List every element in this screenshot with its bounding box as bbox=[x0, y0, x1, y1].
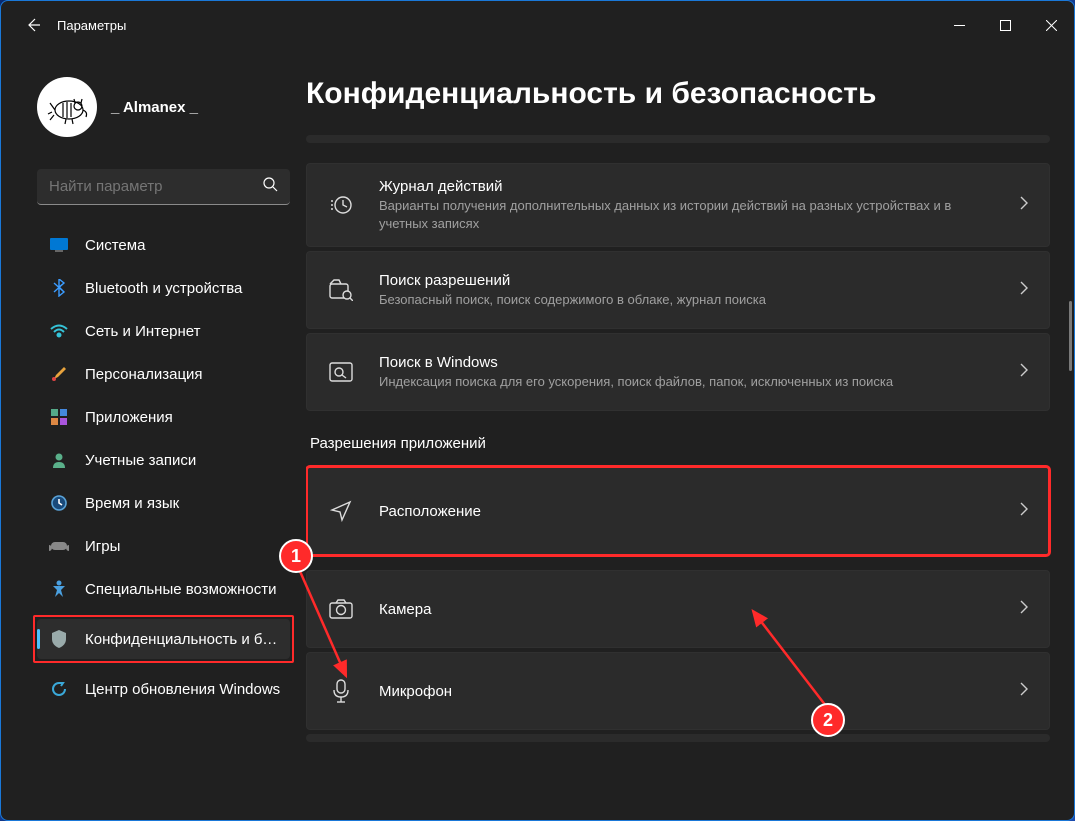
minimize-icon bbox=[954, 20, 965, 31]
close-button[interactable] bbox=[1028, 9, 1074, 41]
window-controls bbox=[936, 9, 1074, 41]
nav-list: Система Bluetooth и устройства Сеть и Ин… bbox=[13, 225, 294, 609]
nav-item-accessibility[interactable]: Специальные возможности bbox=[37, 569, 294, 609]
nav-label: Персонализация bbox=[85, 366, 282, 383]
nav-item-network[interactable]: Сеть и Интернет bbox=[37, 311, 294, 351]
annotation-highlight-nav: Конфиденциальность и безопас bbox=[33, 615, 294, 663]
nav-label: Учетные записи bbox=[85, 452, 282, 469]
nav-label: Система bbox=[85, 237, 282, 254]
card-title: Журнал действий bbox=[379, 178, 995, 195]
person-icon bbox=[49, 450, 69, 470]
minimize-button[interactable] bbox=[936, 9, 982, 41]
nav-item-system[interactable]: Система bbox=[37, 225, 294, 265]
card-location[interactable]: Расположение bbox=[306, 466, 1050, 556]
annotation-badge-2: 2 bbox=[811, 703, 845, 737]
card-search-windows[interactable]: Поиск в Windows Индексация поиска для ег… bbox=[306, 333, 1050, 411]
username-label: _ Almanex _ bbox=[111, 99, 198, 116]
folder-search-icon bbox=[327, 266, 355, 314]
nav-item-gaming[interactable]: Игры bbox=[37, 526, 294, 566]
nav-label: Игры bbox=[85, 538, 282, 555]
maximize-icon bbox=[1000, 20, 1011, 31]
chevron-right-icon bbox=[1019, 599, 1029, 620]
camera-icon bbox=[327, 585, 355, 633]
card-title: Поиск разрешений bbox=[379, 272, 995, 289]
collapsed-panel-edge bbox=[306, 135, 1050, 143]
nav-item-accounts[interactable]: Учетные записи bbox=[37, 440, 294, 480]
card-title: Камера bbox=[379, 601, 995, 618]
settings-window: Параметры bbox=[0, 0, 1075, 821]
cutoff-panel-edge bbox=[306, 734, 1050, 742]
main-content: Конфиденциальность и безопасность Журнал… bbox=[306, 49, 1074, 820]
system-icon bbox=[49, 235, 69, 255]
avatar-cat-icon bbox=[44, 84, 90, 130]
search-box[interactable] bbox=[37, 169, 290, 205]
nav-label: Bluetooth и устройства bbox=[85, 280, 282, 297]
titlebar: Параметры bbox=[1, 1, 1074, 49]
close-icon bbox=[1046, 20, 1057, 31]
chevron-right-icon bbox=[1019, 280, 1029, 301]
nav-item-apps[interactable]: Приложения bbox=[37, 397, 294, 437]
chevron-right-icon bbox=[1019, 501, 1029, 522]
maximize-button[interactable] bbox=[982, 9, 1028, 41]
chevron-right-icon bbox=[1019, 681, 1029, 702]
gamepad-icon bbox=[49, 536, 69, 556]
search-input[interactable] bbox=[37, 169, 290, 205]
card-subtitle: Индексация поиска для его ускорения, пои… bbox=[379, 373, 995, 391]
nav-label: Сеть и Интернет bbox=[85, 323, 282, 340]
nav-item-privacy[interactable]: Конфиденциальность и безопас bbox=[37, 619, 290, 659]
search-icon bbox=[263, 177, 278, 197]
section-title-permissions: Разрешения приложений bbox=[310, 435, 1050, 452]
card-title: Расположение bbox=[379, 503, 995, 520]
card-title: Поиск в Windows bbox=[379, 354, 995, 371]
card-subtitle: Безопасный поиск, поиск содержимого в об… bbox=[379, 291, 995, 309]
chevron-right-icon bbox=[1019, 362, 1029, 383]
avatar bbox=[37, 77, 97, 137]
arrow-left-icon bbox=[25, 17, 41, 33]
card-microphone[interactable]: Микрофон bbox=[306, 652, 1050, 730]
paintbrush-icon bbox=[49, 364, 69, 384]
chevron-right-icon bbox=[1019, 195, 1029, 216]
scrollbar-thumb[interactable] bbox=[1069, 301, 1072, 371]
sidebar: _ Almanex _ Система Bluetooth и устройст… bbox=[1, 49, 306, 820]
wifi-icon bbox=[49, 321, 69, 341]
nav-item-bluetooth[interactable]: Bluetooth и устройства bbox=[37, 268, 294, 308]
nav-item-personalization[interactable]: Персонализация bbox=[37, 354, 294, 394]
bluetooth-icon bbox=[49, 278, 69, 298]
accessibility-icon bbox=[49, 579, 69, 599]
page-heading: Конфиденциальность и безопасность bbox=[306, 77, 1050, 111]
shield-icon bbox=[49, 629, 69, 649]
nav-label: Время и язык bbox=[85, 495, 282, 512]
nav-item-update[interactable]: Центр обновления Windows bbox=[37, 669, 294, 709]
nav-label: Конфиденциальность и безопас bbox=[85, 631, 278, 648]
location-icon bbox=[327, 487, 355, 535]
annotation-badge-1: 1 bbox=[279, 539, 313, 573]
microphone-icon bbox=[327, 667, 355, 715]
activity-icon bbox=[327, 181, 355, 229]
card-activity-history[interactable]: Журнал действий Варианты получения допол… bbox=[306, 163, 1050, 247]
card-title: Микрофон bbox=[379, 683, 995, 700]
nav-label: Центр обновления Windows bbox=[85, 681, 282, 698]
card-camera[interactable]: Камера bbox=[306, 570, 1050, 648]
clock-icon bbox=[49, 493, 69, 513]
search-box-icon bbox=[327, 348, 355, 396]
apps-icon bbox=[49, 407, 69, 427]
back-button[interactable] bbox=[13, 5, 53, 45]
profile-block[interactable]: _ Almanex _ bbox=[13, 49, 294, 165]
nav-label: Приложения bbox=[85, 409, 282, 426]
nav-label: Специальные возможности bbox=[85, 581, 282, 598]
window-title: Параметры bbox=[57, 18, 126, 33]
card-subtitle: Варианты получения дополнительных данных… bbox=[379, 197, 995, 232]
nav-item-time[interactable]: Время и язык bbox=[37, 483, 294, 523]
card-search-permissions[interactable]: Поиск разрешений Безопасный поиск, поиск… bbox=[306, 251, 1050, 329]
update-icon bbox=[49, 679, 69, 699]
